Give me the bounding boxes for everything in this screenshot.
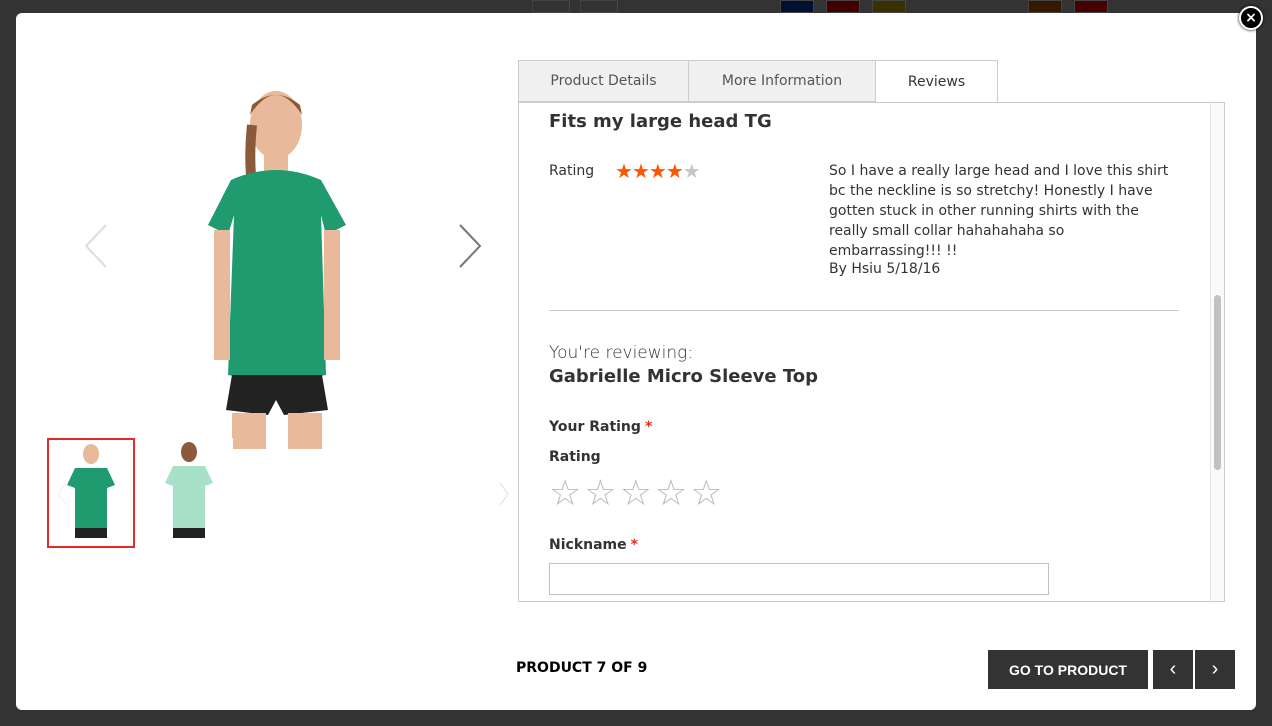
your-rating-label: Your Rating * bbox=[549, 419, 652, 435]
nickname-text: Nickname bbox=[549, 537, 627, 553]
color-swatch bbox=[780, 0, 814, 13]
prev-product-button[interactable]: ‹ bbox=[1153, 650, 1193, 689]
chevron-left-icon: ‹ bbox=[1169, 658, 1177, 680]
required-mark: * bbox=[644, 419, 653, 435]
star-5[interactable]: ☆ bbox=[690, 473, 725, 514]
size-swatch bbox=[532, 0, 570, 13]
rating-label: Rating bbox=[549, 449, 601, 465]
next-product-button[interactable]: › bbox=[1195, 650, 1235, 689]
chevron-right-icon: › bbox=[1211, 658, 1219, 680]
product-main-image bbox=[208, 91, 346, 449]
gallery-next-arrow[interactable] bbox=[458, 223, 482, 269]
tab-reviews[interactable]: Reviews bbox=[875, 60, 998, 103]
reviews-panel: Fits my large head TG Rating ★★★★★ So I … bbox=[518, 102, 1225, 602]
product-counter: PRODUCT 7 OF 9 bbox=[516, 660, 648, 676]
tab-product-details[interactable]: Product Details bbox=[518, 60, 689, 102]
star-2[interactable]: ☆ bbox=[584, 473, 619, 514]
star-3[interactable]: ☆ bbox=[620, 473, 655, 514]
divider bbox=[549, 310, 1179, 311]
color-swatch bbox=[1074, 0, 1108, 13]
your-rating-text: Your Rating bbox=[549, 419, 641, 435]
review-text: So I have a really large head and I love… bbox=[829, 163, 1169, 259]
close-icon[interactable]: × bbox=[1239, 6, 1263, 30]
nickname-input[interactable] bbox=[549, 563, 1049, 595]
thumbs-next-arrow[interactable] bbox=[498, 481, 510, 507]
review-rating-label: Rating bbox=[549, 163, 595, 179]
nickname-label: Nickname * bbox=[549, 537, 638, 553]
color-swatch bbox=[826, 0, 860, 13]
review-title: Fits my large head TG bbox=[549, 111, 772, 132]
product-name: Gabrielle Micro Sleeve Top bbox=[549, 366, 819, 387]
required-mark: * bbox=[630, 537, 638, 553]
rating-input: ☆☆☆☆☆ bbox=[549, 473, 725, 514]
scrollbar-thumb[interactable] bbox=[1214, 295, 1221, 470]
star-1[interactable]: ☆ bbox=[549, 473, 584, 514]
review-rating-stars: ★★★★★ bbox=[615, 159, 701, 183]
panel-scrollbar[interactable] bbox=[1210, 103, 1224, 601]
tab-more-information[interactable]: More Information bbox=[688, 60, 876, 102]
color-swatch bbox=[872, 0, 906, 13]
color-swatch bbox=[1028, 0, 1062, 13]
thumbs-prev-arrow[interactable] bbox=[56, 481, 68, 507]
review-byline: By Hsiu 5/18/16 bbox=[829, 261, 941, 277]
reviewing-label: You're reviewing: bbox=[549, 343, 694, 363]
thumbnail-back[interactable] bbox=[145, 438, 233, 548]
size-swatch bbox=[580, 0, 618, 13]
star-4[interactable]: ☆ bbox=[655, 473, 690, 514]
product-tabs: Product Details More Information Reviews bbox=[518, 60, 998, 103]
gallery-prev-arrow[interactable] bbox=[84, 223, 108, 269]
quick-view-modal: Product Details More Information Reviews… bbox=[16, 13, 1256, 710]
go-to-product-button[interactable]: GO TO PRODUCT bbox=[988, 650, 1148, 689]
